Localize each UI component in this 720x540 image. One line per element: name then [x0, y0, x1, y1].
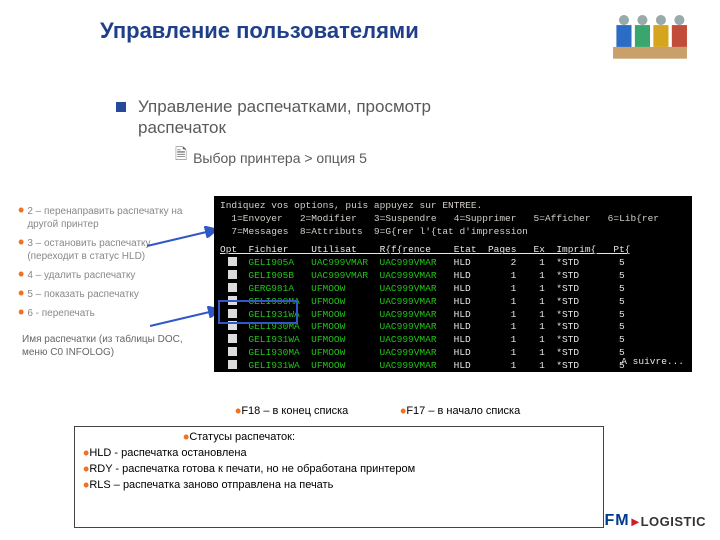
- legend-item: •5 – показать распечатку: [18, 288, 203, 301]
- f17-text: F17 – в начало списка: [406, 405, 520, 417]
- bullet-icon: [116, 102, 126, 112]
- terminal-screenshot: Indiquez vos options, puis appuyez sur E…: [214, 196, 692, 372]
- status-line: •RLS – распечатка заново отправлена на п…: [83, 479, 595, 491]
- terminal-options-2: 7=Messages 8=Attributs 9=G{rer l'{tat d'…: [220, 226, 686, 239]
- clipart-image: [608, 6, 692, 66]
- logo-fm: FM: [604, 512, 629, 530]
- f18-text: F18 – в конец списка: [241, 405, 348, 417]
- terminal-row: GELI930MA UFMOOW UAC999VMAR HLD 1 1 *STD…: [220, 347, 686, 360]
- caret-icon: ▸: [632, 513, 639, 530]
- terminal-row: GELI931WA UFMOOW UAC999VMAR HLD 1 1 *STD…: [220, 360, 686, 372]
- terminal-row: GELI931WA UFMOOW UAC999VMAR HLD 1 1 *STD…: [220, 334, 686, 347]
- brand-logo: FM ▸ LOGISTIC: [604, 512, 706, 530]
- highlight-frame: [218, 300, 298, 324]
- terminal-row: GELI905A UAC999VMAR UAC999VMAR HLD 2 1 *…: [220, 257, 686, 270]
- subline: Выбор принтера > опция 5: [193, 150, 367, 166]
- terminal-more: A suivre...: [621, 356, 684, 369]
- footnote: Имя распечатки (из таблицы DOC, меню C0 …: [22, 333, 190, 359]
- logo-tail: LOGISTIC: [641, 514, 706, 529]
- status-box: •Статусы распечаток: •HLD - распечатка о…: [74, 426, 604, 528]
- arrow-icon: [145, 222, 225, 252]
- terminal-columns: Opt Fichier Utilisat R{f{rence Etat Page…: [220, 244, 686, 257]
- terminal-instruction: Indiquez vos options, puis appuyez sur E…: [220, 200, 686, 213]
- terminal-row: GERG981A UFMOOW UAC999VMAR HLD 1 1 *STD …: [220, 283, 686, 296]
- terminal-row: GELI905B UAC999VMAR UAC999VMAR HLD 1 1 *…: [220, 270, 686, 283]
- fkey-note: •F17 – в начало списка: [400, 405, 520, 417]
- section-subtitle: Управление распечатками, просмотр распеч…: [138, 96, 508, 139]
- fkey-note: •F18 – в конец списка: [235, 405, 348, 417]
- terminal-options-1: 1=Envoyer 2=Modifier 3=Suspendre 4=Suppr…: [220, 213, 686, 226]
- status-line: •RDY - распечатка готова к печати, но не…: [83, 463, 595, 475]
- legend-item: •4 – удалить распечатку: [18, 269, 203, 282]
- page-title: Управление пользователями: [100, 18, 419, 44]
- check-icon: 🗎: [175, 144, 187, 169]
- status-line: •HLD - распечатка остановлена: [83, 447, 595, 459]
- status-title: Статусы распечаток:: [189, 431, 295, 443]
